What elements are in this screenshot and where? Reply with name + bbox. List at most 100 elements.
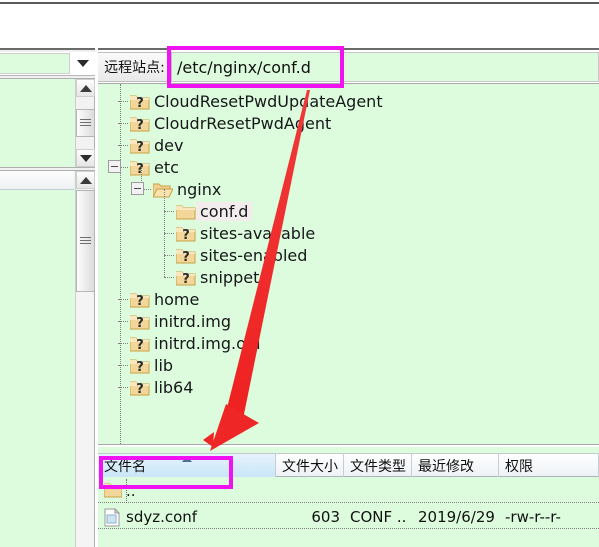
local-file-list-header[interactable] bbox=[0, 171, 74, 190]
remote-file-list-header[interactable]: 文件名 文件大小 文件类型 最近修改 权限 bbox=[98, 453, 599, 477]
scroll-up-button[interactable] bbox=[76, 79, 95, 97]
column-header-label: 最近修改 bbox=[418, 458, 474, 475]
svg-text:?: ? bbox=[182, 272, 190, 286]
local-directory-tree[interactable] bbox=[0, 78, 95, 168]
file-list-column-header-0[interactable]: 文件名 bbox=[98, 454, 276, 477]
file-list-column-header-2[interactable]: 文件类型 bbox=[344, 454, 412, 477]
tree-item-label: nginx bbox=[177, 179, 222, 199]
column-header-label: 文件大小 bbox=[282, 458, 338, 475]
remote-path-bar: 远程站点: /etc/nginx/conf.d bbox=[98, 52, 599, 82]
tree-guide-line bbox=[164, 189, 165, 211]
local-site-combobox-field[interactable] bbox=[0, 53, 70, 74]
svg-text:?: ? bbox=[182, 250, 190, 264]
tree-guide-line bbox=[118, 387, 128, 388]
tree-guide-line bbox=[164, 211, 165, 233]
tree-item-sites-available[interactable]: ? sites-available bbox=[176, 222, 315, 244]
file-list-column-header-1[interactable]: 文件大小 bbox=[276, 454, 344, 477]
folder-unknown-icon: ? bbox=[130, 335, 150, 352]
tree-item-label: CloudrResetPwdAgent bbox=[154, 113, 332, 133]
tree-item-snippets[interactable]: ? snippets bbox=[176, 266, 268, 288]
chevron-down-icon bbox=[77, 60, 89, 67]
tree-item-label: conf.d bbox=[196, 201, 253, 221]
sort-ascending-icon bbox=[181, 456, 192, 462]
folder-unknown-icon: ? bbox=[176, 269, 196, 286]
file-cell-name: .. bbox=[126, 482, 136, 500]
tree-guide-line bbox=[118, 321, 128, 322]
file-cell-permissions: -rw-r--r- bbox=[505, 508, 561, 526]
scroll-down-button[interactable] bbox=[76, 149, 95, 167]
folder-unknown-icon: ? bbox=[130, 137, 150, 154]
local-site-combobox-button[interactable] bbox=[72, 53, 94, 74]
tree-item-cloudresetpwdupdateagent[interactable]: ? CloudResetPwdUpdateAgent bbox=[130, 90, 383, 112]
tree-item-label: CloudResetPwdUpdateAgent bbox=[154, 91, 383, 111]
folder-unknown-icon: ? bbox=[130, 115, 150, 132]
tree-guide-line bbox=[164, 233, 174, 234]
tree-guide-line bbox=[120, 84, 121, 444]
tree-guide-line bbox=[164, 277, 174, 278]
local-tree-scrollbar[interactable] bbox=[75, 79, 95, 167]
tree-guide-line bbox=[118, 145, 128, 146]
window-top-divider bbox=[0, 2, 599, 4]
local-file-list-scrollbar[interactable] bbox=[75, 171, 95, 547]
triangle-up-icon bbox=[79, 84, 92, 92]
local-list-scroll-thumb[interactable] bbox=[76, 190, 95, 292]
column-header-label: 文件名 bbox=[104, 458, 146, 475]
local-site-combobox[interactable] bbox=[0, 52, 95, 76]
svg-text:?: ? bbox=[136, 140, 144, 154]
tree-item-initrd-img-old[interactable]: ? initrd.img.old bbox=[130, 332, 261, 354]
local-tree-scroll-thumb[interactable] bbox=[76, 109, 95, 137]
tree-item-label: etc bbox=[154, 157, 179, 177]
file-cell-modified: 2019/6/29... bbox=[418, 508, 495, 526]
svg-text:?: ? bbox=[136, 96, 144, 110]
tree-item-label: dev bbox=[154, 135, 184, 155]
remote-file-list: 文件名 文件大小 文件类型 最近修改 权限 .. sdyz.conf 603 CONF ...… bbox=[98, 447, 599, 547]
local-file-list[interactable] bbox=[0, 170, 95, 547]
tree-item-initrd-img[interactable]: ? initrd.img bbox=[130, 310, 231, 332]
file-list-column-header-4[interactable]: 权限 bbox=[499, 454, 599, 477]
triangle-up-icon bbox=[79, 176, 92, 184]
screenshot-root: 远程站点: /etc/nginx/conf.d ? CloudResetPwdUp… bbox=[0, 0, 599, 547]
folder-unknown-icon: ? bbox=[130, 93, 150, 110]
file-list-row[interactable]: .. bbox=[98, 479, 599, 503]
tree-item-etc[interactable]: ? etc bbox=[130, 156, 179, 178]
remote-site-panel: 远程站点: /etc/nginx/conf.d ? CloudResetPwdUp… bbox=[98, 48, 599, 547]
remote-path-input[interactable]: /etc/nginx/conf.d bbox=[172, 52, 599, 82]
tree-item-label: lib64 bbox=[154, 377, 194, 397]
tree-guide-line bbox=[118, 343, 128, 344]
svg-text:?: ? bbox=[136, 338, 144, 352]
tree-guide-line bbox=[118, 101, 128, 102]
grip-icon bbox=[80, 118, 91, 128]
svg-text:?: ? bbox=[136, 316, 144, 330]
tree-guide-line bbox=[164, 255, 174, 256]
folder-unknown-icon: ? bbox=[130, 291, 150, 308]
folder-unknown-icon: ? bbox=[130, 379, 150, 396]
tree-item-lib64[interactable]: ? lib64 bbox=[130, 376, 193, 398]
local-panel-top-divider bbox=[0, 48, 95, 50]
tree-item-dev[interactable]: ? dev bbox=[130, 134, 183, 156]
remote-site-label: 远程站点: bbox=[98, 52, 172, 82]
remote-directory-tree[interactable]: ? CloudResetPwdUpdateAgent? CloudrResetPwd… bbox=[98, 83, 599, 445]
grip-icon bbox=[80, 236, 91, 246]
tree-item-label: home bbox=[154, 289, 200, 309]
svg-text:?: ? bbox=[136, 382, 144, 396]
file-list-column-header-3[interactable]: 最近修改 bbox=[412, 454, 499, 477]
tree-expander-collapse-icon[interactable] bbox=[108, 160, 121, 173]
tree-guide-line bbox=[164, 255, 165, 277]
folder-unknown-icon: ? bbox=[130, 159, 150, 176]
file-list-row[interactable]: sdyz.conf 603 CONF ... 2019/6/29... -rw-r--r… bbox=[98, 505, 599, 529]
local-site-panel-partial bbox=[0, 48, 95, 547]
tree-item-home[interactable]: ? home bbox=[130, 288, 199, 310]
scroll-up-button[interactable] bbox=[76, 171, 95, 189]
tree-item-cloudrresetpwdagent[interactable]: ? CloudrResetPwdAgent bbox=[130, 112, 331, 134]
tree-item-conf-d[interactable]: conf.d bbox=[176, 200, 253, 222]
tree-guide-line bbox=[118, 123, 128, 124]
tree-expander-collapse-icon[interactable] bbox=[131, 182, 144, 195]
tree-guide-line bbox=[164, 211, 174, 212]
remote-panel-top-divider bbox=[98, 48, 599, 50]
tree-item-lib[interactable]: ? lib bbox=[130, 354, 173, 376]
svg-text:?: ? bbox=[136, 162, 144, 176]
tree-item-sites-enabled[interactable]: ? sites-enabled bbox=[176, 244, 307, 266]
tree-item-label: initrd.img.old bbox=[154, 333, 261, 353]
tree-item-label: initrd.img bbox=[154, 311, 232, 331]
folder-icon bbox=[176, 203, 196, 220]
